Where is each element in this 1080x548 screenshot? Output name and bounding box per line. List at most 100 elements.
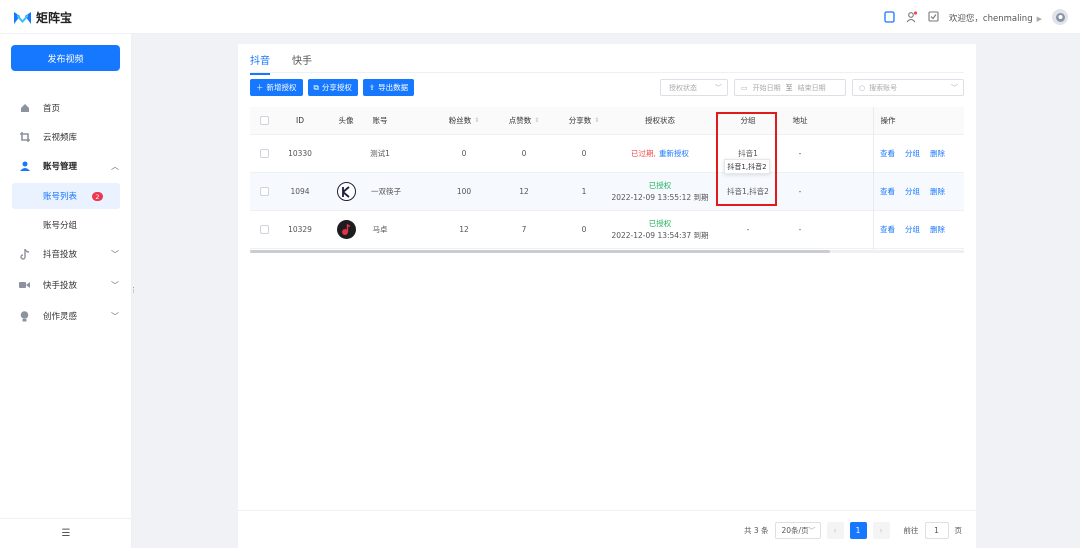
select-placeholder: 授权状态	[669, 83, 697, 92]
horizontal-scrollbar[interactable]	[250, 250, 964, 253]
table-row: 10329 马卓 12 7 0 已授权 2022-12-09 13:54:37 到…	[250, 211, 964, 249]
table-row: 10330 测试1 0 0 0 已过期, 重新授权 抖音1 - 查看 分组 删除	[250, 135, 964, 173]
cell-auth-status: 已授权 2022-12-09 13:54:37 到期	[610, 211, 710, 248]
col-id: ID	[296, 116, 304, 125]
cell-auth-status: 已过期, 重新授权	[610, 135, 710, 172]
document-icon[interactable]	[883, 10, 896, 23]
welcome-text: 欢迎您，chenmaling	[948, 14, 1033, 24]
home-icon	[19, 103, 30, 114]
chevron-down-icon: ﹀	[111, 249, 119, 259]
col-label: 分享数	[568, 116, 592, 125]
cell-id: 1094	[290, 187, 310, 196]
delete-link[interactable]: 删除	[930, 148, 945, 159]
sidebar-item-account-management[interactable]: 账号管理 ︿	[0, 152, 132, 180]
bulb-icon	[19, 310, 30, 322]
sidebar-item-label: 抖音投放	[43, 250, 78, 260]
cell-address: -	[798, 149, 802, 158]
col-fans[interactable]: 粉丝数 ⇕	[440, 107, 488, 134]
sidebar-item-creative-inspiration[interactable]: 创作灵感 ﹀	[0, 302, 132, 330]
user-avatar[interactable]	[1052, 9, 1068, 25]
sidebar-subitem-account-list[interactable]: 账号列表 2	[12, 183, 120, 209]
chevron-down-icon: ﹀	[715, 83, 722, 92]
row-checkbox[interactable]	[259, 225, 269, 234]
cell-avatar	[334, 173, 358, 210]
cell-shares: 1	[581, 187, 587, 196]
user-menu[interactable]: 欢迎您，chenmaling ▶	[949, 12, 1042, 24]
delete-link[interactable]: 删除	[930, 224, 945, 235]
fixed-column-divider	[873, 107, 874, 250]
sidebar-item-video-library[interactable]: 云视频库	[0, 123, 132, 151]
date-range-picker[interactable]: ▭ 开始日期 至 结束日期	[734, 79, 846, 96]
col-shares[interactable]: 分享数 ⇕	[560, 107, 608, 134]
sidebar-item-kuaishou-ads[interactable]: 快手投放 ﹀	[0, 271, 132, 299]
goto-page-input[interactable]: 1	[924, 522, 949, 539]
pager-divider	[238, 510, 976, 511]
export-data-button[interactable]: ⇪ 导出数据	[362, 79, 415, 96]
publish-video-button[interactable]: 发布视频	[11, 45, 120, 71]
sidebar-item-label: 账号列表	[43, 192, 78, 202]
select-all-checkbox[interactable]	[259, 116, 269, 125]
cell-fans: 100	[456, 187, 472, 196]
chevron-down-icon: ﹀	[111, 280, 119, 290]
total-count: 共 3 条	[743, 526, 769, 535]
group-link[interactable]: 分组	[905, 186, 920, 197]
view-link[interactable]: 查看	[880, 186, 895, 197]
expire-time: 2022-12-09 13:55:12 到期	[611, 192, 709, 202]
page-button-current[interactable]: 1	[849, 522, 867, 539]
row-checkbox[interactable]	[259, 149, 269, 158]
search-account-input[interactable]: ○ 搜索账号 ﹀	[852, 79, 964, 96]
chevron-up-icon: ︿	[111, 161, 119, 171]
view-link[interactable]: 查看	[880, 148, 895, 159]
prev-page-button[interactable]: ‹	[826, 522, 844, 539]
col-likes[interactable]: 点赞数 ⇕	[500, 107, 548, 134]
sidebar-resize-handle[interactable]: ⋮	[130, 286, 137, 294]
button-label: 分享授权	[321, 83, 352, 92]
delete-link[interactable]: 删除	[930, 186, 945, 197]
row-checkbox[interactable]	[259, 187, 269, 196]
cell-auth-status: 已授权 2022-12-09 13:55:12 到期	[610, 173, 710, 210]
app-logo[interactable]: 矩阵宝	[14, 9, 72, 26]
col-label: 点赞数	[508, 116, 532, 125]
status-authorized: 已授权	[648, 219, 672, 229]
logo-icon	[14, 11, 31, 25]
cell-fans: 12	[459, 225, 469, 234]
sidebar-item-douyin-ads[interactable]: 抖音投放 ﹀	[0, 240, 132, 268]
search-icon: ○	[859, 83, 866, 92]
sidebar-item-label: 快手投放	[43, 281, 78, 291]
notification-user-icon[interactable]	[905, 10, 918, 23]
view-link[interactable]: 查看	[880, 224, 895, 235]
scrollbar-thumb[interactable]	[250, 250, 830, 253]
cell-id: 10330	[288, 149, 312, 158]
sort-icon: ⇕	[594, 117, 600, 124]
sidebar-item-label: 云视频库	[43, 133, 78, 143]
sidebar-item-label: 创作灵感	[43, 312, 78, 322]
annotation-highlight-box	[716, 112, 777, 206]
group-link[interactable]: 分组	[905, 224, 920, 235]
share-authorization-button[interactable]: ⧉ 分享授权	[307, 79, 358, 96]
page-unit-label: 页	[954, 526, 963, 535]
task-check-icon[interactable]	[927, 10, 940, 23]
cell-address: -	[798, 225, 802, 234]
status-authorized: 已授权	[648, 181, 672, 191]
next-page-button[interactable]: ›	[872, 522, 890, 539]
cell-address: -	[798, 187, 802, 196]
sidebar-subitem-account-groups[interactable]: 账号分组	[12, 212, 120, 238]
col-account: 账号	[372, 116, 388, 125]
sidebar: 发布视频 首页 云视频库 账号管理 ︿ 账号列表 2 账号分组 抖音投放 ﹀ 快…	[0, 34, 132, 548]
col-auth-status: 授权状态	[645, 116, 675, 125]
search-placeholder: 搜索账号	[869, 83, 898, 92]
menu-fold-icon: ☰	[61, 528, 71, 539]
add-authorization-button[interactable]: ＋新增授权	[250, 79, 303, 96]
cell-likes: 0	[521, 149, 527, 158]
col-address: 地址	[792, 116, 808, 125]
cell-id: 10329	[288, 225, 312, 234]
calendar-icon: ▭	[741, 83, 748, 92]
reauthorize-link[interactable]: 重新授权	[659, 148, 689, 159]
pagination: 共 3 条 20条/页 ﹀ ‹ 1 › 前往 1 页	[744, 522, 962, 539]
auth-status-select[interactable]: 授权状态 ﹀	[660, 79, 728, 96]
page-size-select[interactable]: 20条/页 ﹀	[774, 522, 821, 539]
kuaishou-icon	[19, 280, 30, 291]
group-link[interactable]: 分组	[905, 148, 920, 159]
collapse-menu-button[interactable]: ☰	[0, 518, 132, 548]
sidebar-item-home[interactable]: 首页	[0, 94, 132, 122]
